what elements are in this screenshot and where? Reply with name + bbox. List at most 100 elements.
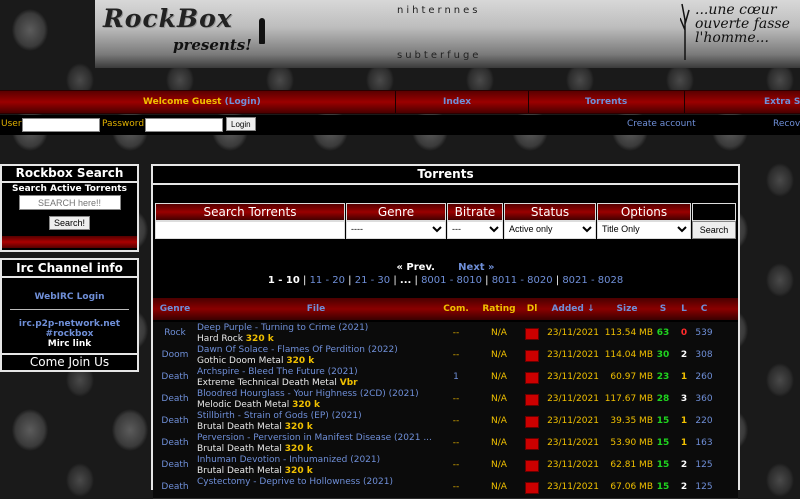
row-genre-link[interactable]: Death bbox=[153, 366, 197, 388]
bitrate-select[interactable]: --- bbox=[448, 222, 502, 236]
download-icon[interactable] bbox=[525, 328, 539, 340]
row-seeders: 15 bbox=[656, 460, 670, 470]
row-completed[interactable]: 220 bbox=[694, 410, 714, 432]
page-ellipsis: ... bbox=[399, 275, 412, 286]
page-link[interactable]: 8021 - 8028 bbox=[562, 275, 623, 286]
row-size: 60.97 MB bbox=[610, 372, 653, 382]
nav-torrents[interactable]: Torrents bbox=[585, 91, 627, 113]
row-genre-link[interactable]: Doom bbox=[153, 344, 197, 366]
row-added-date: 23/11/2021 bbox=[547, 372, 599, 382]
next-page-link[interactable]: Next » bbox=[458, 262, 494, 273]
download-icon[interactable] bbox=[525, 416, 539, 428]
bitrate-select-wrap[interactable]: --- bbox=[447, 221, 503, 239]
page-list: 1 - 10 | 11 - 20 | 21 - 30 | ... | 8001 … bbox=[153, 275, 738, 286]
page-link[interactable]: 8011 - 8020 bbox=[492, 275, 553, 286]
row-seeders: 15 bbox=[656, 416, 670, 426]
row-comments[interactable]: -- bbox=[435, 322, 477, 344]
col-genre[interactable]: Genre bbox=[153, 298, 197, 320]
row-comments[interactable]: -- bbox=[435, 410, 477, 432]
nav-extra[interactable]: Extra St bbox=[764, 91, 800, 113]
row-genre-link[interactable]: Death bbox=[153, 410, 197, 432]
download-icon[interactable] bbox=[525, 460, 539, 472]
download-icon[interactable] bbox=[525, 394, 539, 406]
row-comments[interactable]: 1 bbox=[435, 366, 477, 388]
row-comments[interactable]: -- bbox=[435, 454, 477, 476]
login-button[interactable]: Login bbox=[226, 117, 256, 131]
row-completed[interactable]: 125 bbox=[694, 476, 714, 498]
search-torrents-field[interactable] bbox=[155, 221, 345, 239]
rockbox-search-input[interactable] bbox=[18, 195, 121, 210]
download-icon[interactable] bbox=[525, 372, 539, 384]
rockbox-search-button[interactable]: Search! bbox=[48, 216, 91, 230]
row-genre-link[interactable]: Death bbox=[153, 432, 197, 454]
banner-figure-image bbox=[259, 18, 265, 44]
row-added-date: 23/11/2021 bbox=[547, 460, 599, 470]
row-genre-link[interactable]: Death bbox=[153, 476, 197, 498]
torrent-title-link[interactable]: Perversion - Perversion in Manifest Dise… bbox=[197, 433, 432, 443]
download-icon[interactable] bbox=[525, 438, 539, 450]
row-added-date: 23/11/2021 bbox=[547, 416, 599, 426]
col-added[interactable]: Added ↓ bbox=[545, 298, 601, 320]
table-row: Death Inhuman Devotion - Inhumanized (202… bbox=[153, 454, 738, 477]
nav-index[interactable]: Index bbox=[443, 91, 471, 113]
row-genre-link[interactable]: Rock bbox=[153, 322, 197, 344]
row-completed[interactable]: 125 bbox=[694, 454, 714, 476]
row-completed[interactable]: 360 bbox=[694, 388, 714, 410]
torrent-genre-text: Extreme Technical Death Metal bbox=[197, 378, 337, 388]
page-link[interactable]: 21 - 30 bbox=[355, 275, 390, 286]
row-seeders: 15 bbox=[656, 438, 670, 448]
password-label: Password: bbox=[102, 119, 148, 129]
torrent-title-link[interactable]: Deep Purple - Turning to Crime (2021) bbox=[197, 323, 368, 333]
mirc-link[interactable]: Mirc link bbox=[2, 339, 137, 349]
nav-login-link[interactable]: (Login) bbox=[225, 97, 261, 107]
come-join-us: Come Join Us bbox=[2, 353, 137, 370]
row-completed[interactable]: 539 bbox=[694, 322, 714, 344]
row-comments[interactable]: -- bbox=[435, 388, 477, 410]
password-input[interactable] bbox=[145, 118, 223, 132]
row-completed[interactable]: 308 bbox=[694, 344, 714, 366]
torrent-title-link[interactable]: Archspire - Bleed The Future (2021) bbox=[197, 367, 358, 377]
prev-page-link[interactable]: « Prev. bbox=[396, 262, 435, 273]
page-link[interactable]: 11 - 20 bbox=[310, 275, 345, 286]
torrent-title-link[interactable]: Cystectomy - Deprive to Hollowness (2021… bbox=[197, 477, 393, 487]
site-logo[interactable]: RockBox bbox=[103, 4, 233, 33]
rockbox-search-box: Rockbox Search Search Active Torrents Se… bbox=[0, 164, 139, 252]
options-select-wrap[interactable]: Title Only bbox=[597, 221, 691, 239]
row-comments[interactable]: -- bbox=[435, 476, 477, 498]
torrent-genre-text: Brutal Death Metal bbox=[197, 444, 282, 454]
col-size[interactable]: Size bbox=[601, 298, 653, 320]
page-link[interactable]: 8001 - 8010 bbox=[421, 275, 482, 286]
create-account-link[interactable]: Create account bbox=[627, 119, 696, 129]
col-completed[interactable]: C bbox=[694, 298, 714, 320]
bitrate-badge: 320 k bbox=[292, 400, 321, 410]
search-torrents-input[interactable] bbox=[156, 222, 344, 236]
status-select[interactable]: Active only bbox=[505, 222, 595, 236]
genre-select-wrap[interactable]: ---- bbox=[346, 221, 446, 239]
torrent-title-link[interactable]: Dawn Of Solace - Flames Of Perdition (20… bbox=[197, 345, 398, 355]
col-file[interactable]: File bbox=[197, 298, 435, 320]
bitrate-header: Bitrate bbox=[447, 203, 503, 221]
download-icon[interactable] bbox=[525, 350, 539, 362]
download-icon[interactable] bbox=[525, 482, 539, 494]
torrent-title-link[interactable]: Bloodred Hourglass - Your Highness (2CD)… bbox=[197, 389, 419, 399]
status-select-wrap[interactable]: Active only bbox=[504, 221, 596, 239]
torrent-title-link[interactable]: Inhuman Devotion - Inhumanized (2021) bbox=[197, 455, 380, 465]
row-genre-link[interactable]: Death bbox=[153, 454, 197, 476]
irc-server-link[interactable]: irc.p2p-network.net bbox=[2, 319, 137, 329]
row-completed[interactable]: 260 bbox=[694, 366, 714, 388]
row-comments[interactable]: -- bbox=[435, 344, 477, 366]
username-input[interactable] bbox=[22, 118, 100, 132]
options-select[interactable]: Title Only bbox=[598, 222, 690, 236]
irc-channel-link[interactable]: #rockbox bbox=[2, 329, 137, 339]
genre-select[interactable]: ---- bbox=[347, 222, 445, 236]
recover-link[interactable]: Recove bbox=[773, 119, 800, 129]
torrent-title-link[interactable]: Stillbirth - Strain of Gods (EP) (2021) bbox=[197, 411, 362, 421]
webirc-login-link[interactable]: WebIRC Login bbox=[34, 292, 104, 302]
col-leechers[interactable]: L bbox=[674, 298, 694, 320]
row-genre-link[interactable]: Death bbox=[153, 388, 197, 410]
row-comments[interactable]: -- bbox=[435, 432, 477, 454]
col-seeders[interactable]: S bbox=[652, 298, 674, 320]
row-completed[interactable]: 163 bbox=[694, 432, 714, 454]
col-rating: Rating bbox=[482, 304, 516, 314]
torrent-search-button[interactable]: Search bbox=[692, 221, 736, 239]
